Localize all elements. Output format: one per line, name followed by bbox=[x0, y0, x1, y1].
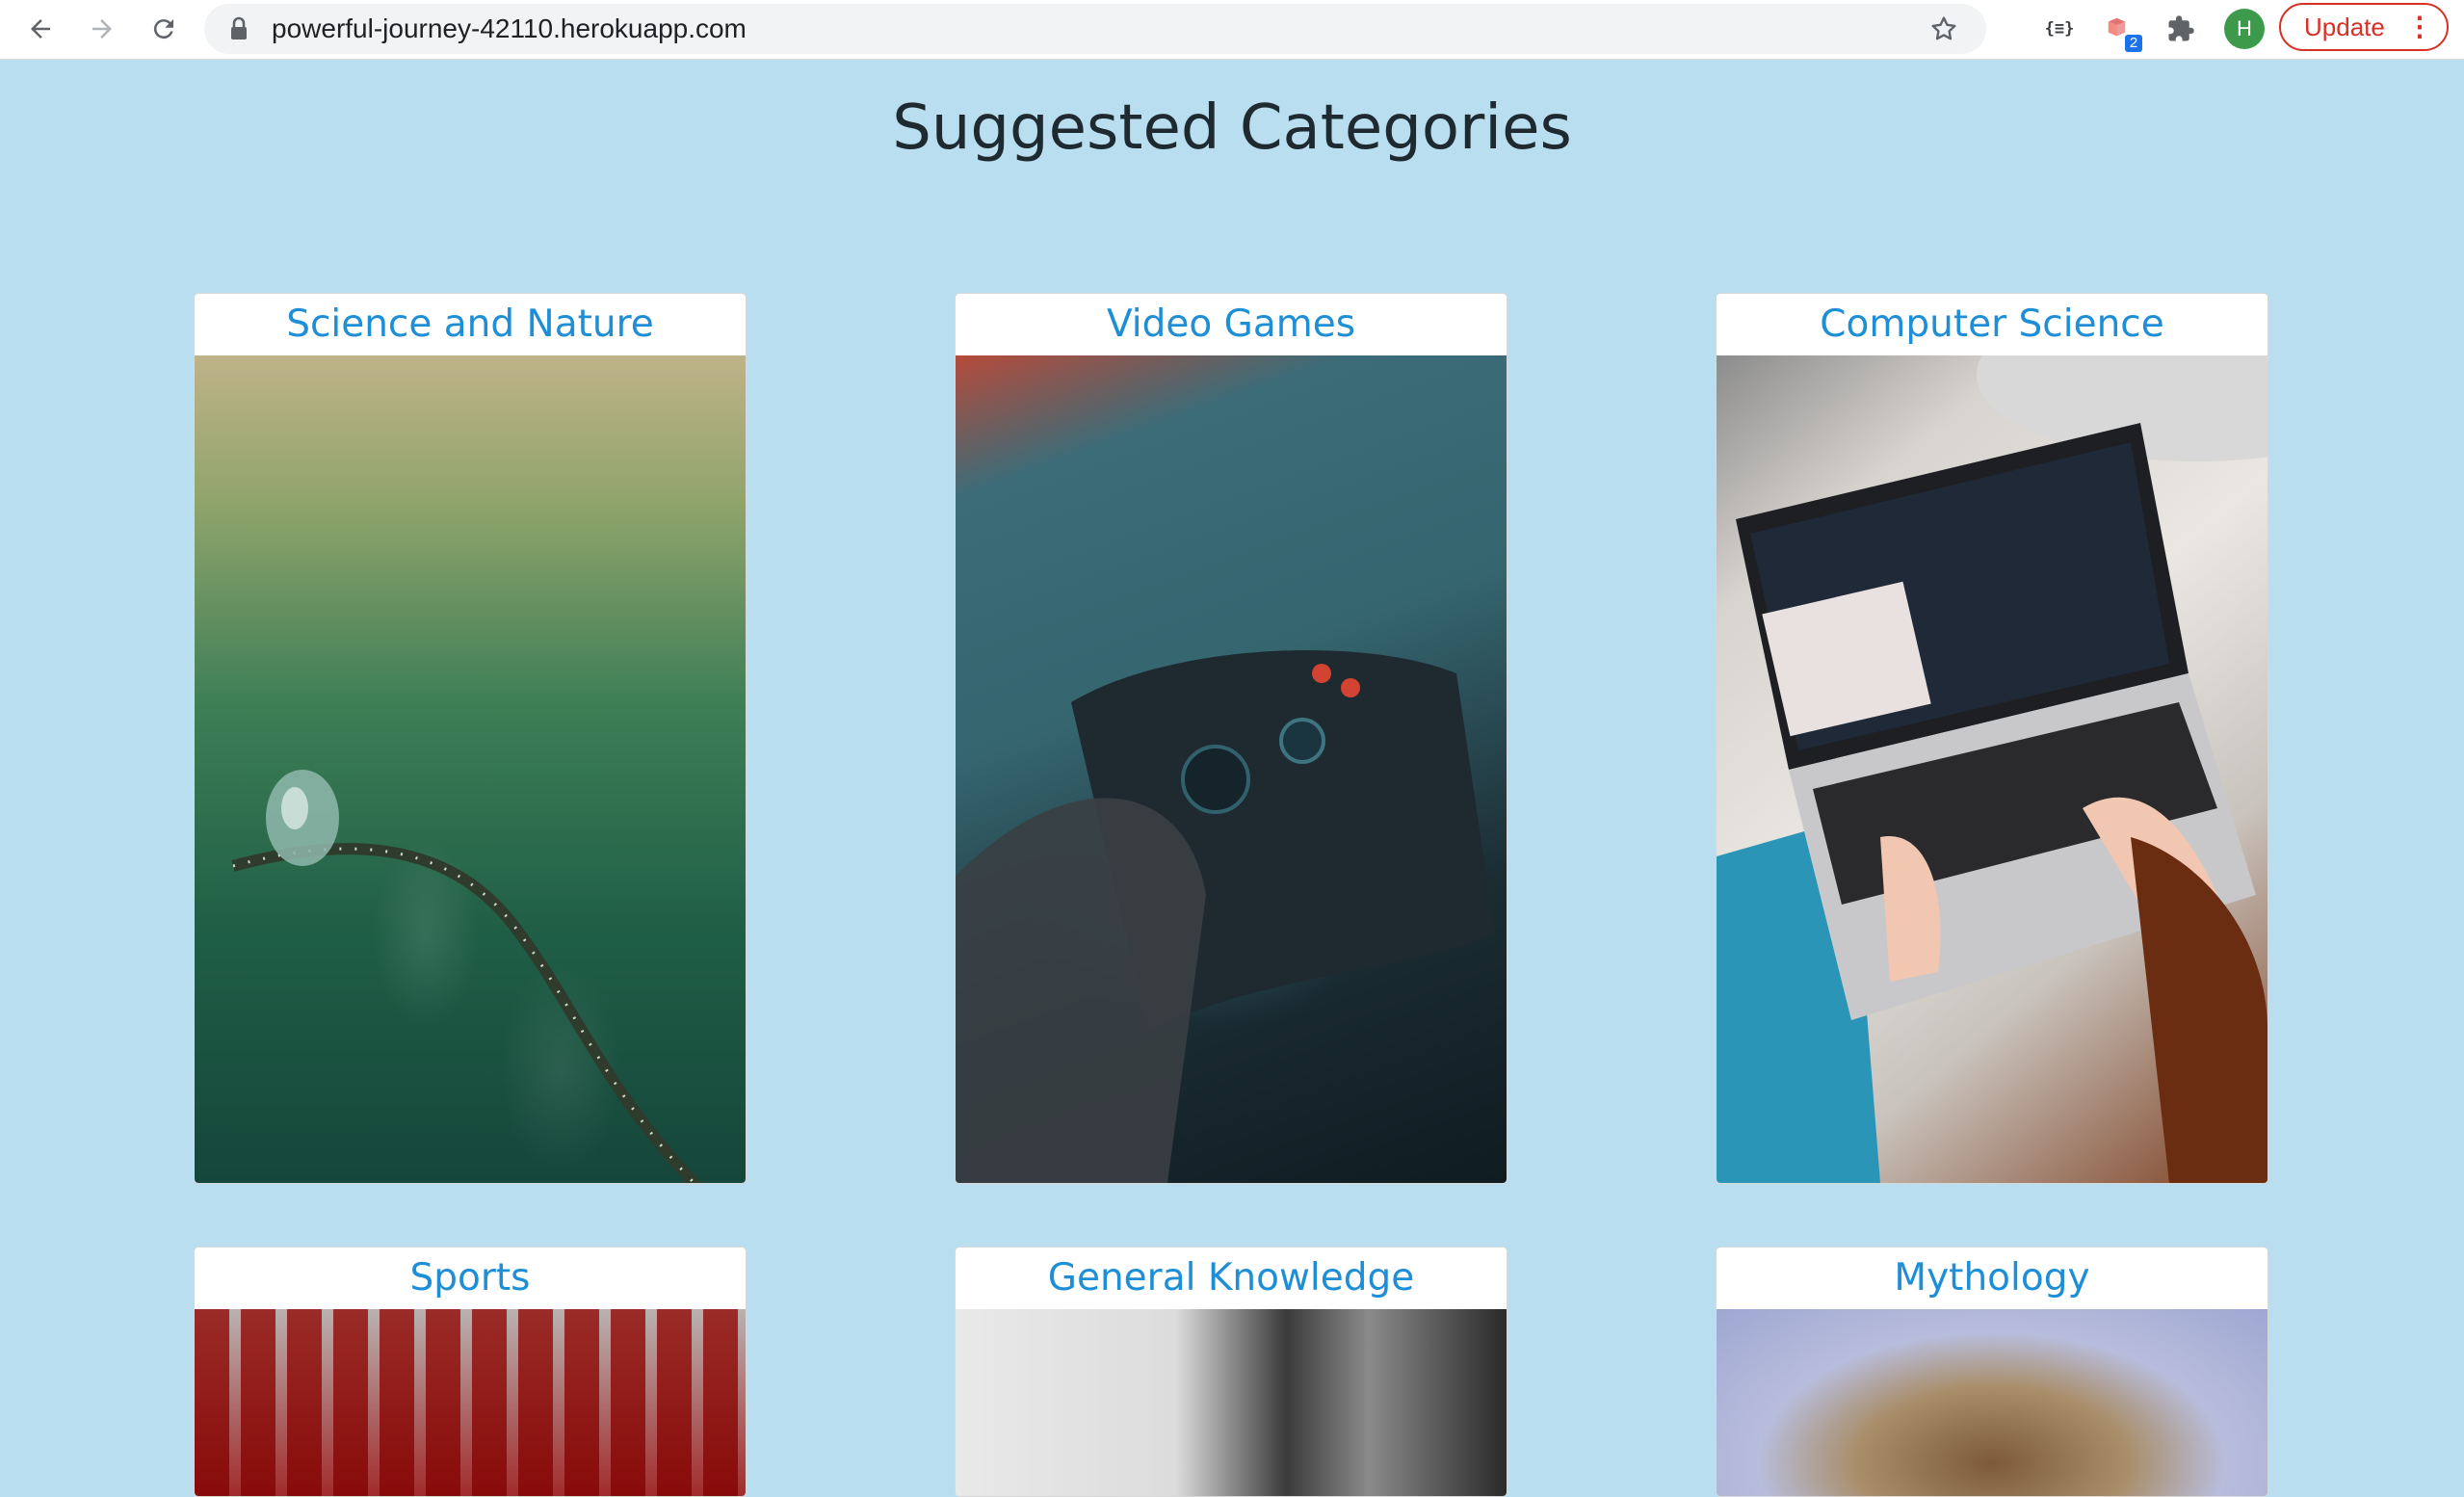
category-title[interactable]: Mythology bbox=[1717, 1248, 2267, 1309]
category-card-general-knowledge[interactable]: General Knowledge bbox=[955, 1247, 1507, 1497]
category-image-sports[interactable] bbox=[195, 1309, 746, 1496]
category-card-sports[interactable]: Sports bbox=[194, 1247, 747, 1497]
json-viewer-icon[interactable]: {≡} bbox=[2040, 10, 2079, 48]
category-image-computer-science[interactable] bbox=[1717, 294, 2267, 1183]
category-card-video-games[interactable]: Video Games bbox=[955, 293, 1507, 1184]
bookmark-star-icon[interactable] bbox=[1928, 13, 1959, 44]
lock-icon bbox=[231, 16, 247, 39]
forward-button[interactable] bbox=[81, 8, 123, 50]
category-image-video-games[interactable] bbox=[956, 355, 1507, 1183]
category-card-science-and-nature[interactable]: Science and Nature bbox=[194, 293, 747, 1184]
category-title[interactable]: Video Games bbox=[956, 294, 1507, 355]
category-card-computer-science[interactable]: Computer Science bbox=[1716, 293, 2268, 1184]
forward-arrow-icon bbox=[92, 19, 112, 39]
extensions-puzzle-icon bbox=[2168, 15, 2194, 41]
game-controller bbox=[956, 650, 1495, 1183]
update-button[interactable]: Update ⋮ bbox=[2279, 3, 2449, 51]
water-droplet-on-grass bbox=[231, 770, 702, 1183]
reload-button[interactable] bbox=[143, 8, 185, 50]
category-title[interactable]: General Knowledge bbox=[956, 1248, 1507, 1309]
back-arrow-icon bbox=[31, 19, 50, 39]
reload-icon bbox=[153, 19, 173, 39]
browser-toolbar: powerful-journey-42110.herokuapp.com {≡}… bbox=[0, 0, 2464, 60]
update-label: Update bbox=[2304, 13, 2385, 41]
page-title: Suggested Categories bbox=[892, 92, 1572, 164]
category-title[interactable]: Sports bbox=[195, 1248, 746, 1309]
url-text: powerful-journey-42110.herokuapp.com bbox=[272, 13, 747, 43]
json-viewer-label: {≡} bbox=[2044, 19, 2075, 39]
puzzle-icon[interactable] bbox=[2162, 10, 2200, 48]
address-bar[interactable]: powerful-journey-42110.herokuapp.com bbox=[204, 4, 1986, 54]
back-button[interactable] bbox=[19, 8, 62, 50]
extension-badge: 2 bbox=[2125, 35, 2142, 52]
category-title[interactable]: Computer Science bbox=[1717, 294, 2267, 355]
cast-extension-icon[interactable]: 2 bbox=[2100, 10, 2142, 52]
person-typing-on-laptop bbox=[1717, 294, 2267, 1183]
category-card-mythology[interactable]: Mythology bbox=[1716, 1247, 2268, 1497]
category-image-science-and-nature[interactable] bbox=[195, 355, 746, 1183]
category-image-mythology[interactable] bbox=[1717, 1309, 2267, 1496]
more-menu-icon[interactable]: ⋮ bbox=[2406, 5, 2433, 49]
category-image-general-knowledge[interactable] bbox=[956, 1309, 1507, 1496]
category-title[interactable]: Science and Nature bbox=[195, 294, 746, 355]
profile-avatar[interactable]: H bbox=[2224, 9, 2265, 49]
